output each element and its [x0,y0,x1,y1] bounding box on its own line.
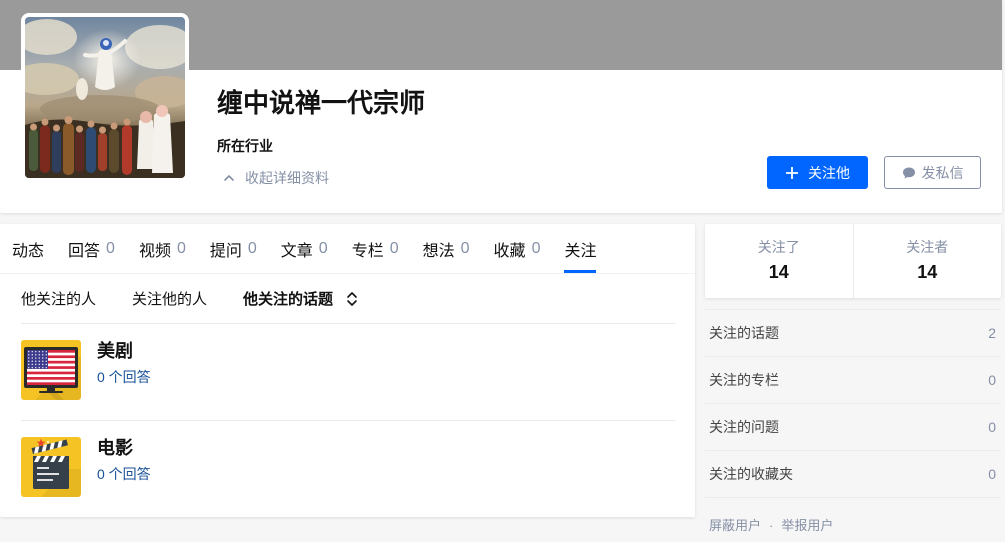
tab-count: 0 [460,239,470,257]
profile-tab-bar: 动态 回答 0 视频 0 提问 0 文章 0 专栏 0 想法 0 收藏 0 关注 [0,224,695,274]
tab-answers[interactable]: 回答 0 [68,224,115,273]
following-subnav: 他关注的人 关注他的人 他关注的话题 [21,274,676,324]
tab-videos[interactable]: 视频 0 [139,224,186,273]
sidebar-link-followed-questions[interactable]: 关注的问题 0 [705,404,1001,451]
subnav-followers[interactable]: 关注他的人 [132,288,207,309]
topic-answer-count[interactable]: 0 个回答 [97,367,151,387]
topic-name[interactable]: 电影 [97,437,151,459]
tab-activity[interactable]: 动态 [12,224,44,273]
chevron-up-icon [222,171,236,185]
send-message-button[interactable]: 发私信 [884,156,981,189]
industry-label: 所在行业 [217,138,273,154]
profile-main-card: 动态 回答 0 视频 0 提问 0 文章 0 专栏 0 想法 0 收藏 0 关注… [0,224,695,517]
topic-text: 电影 0 个回答 [97,437,151,484]
sidebar-link-followed-columns[interactable]: 关注的专栏 0 [705,357,1001,404]
sidebar-link-label: 关注的收藏夹 [709,466,793,482]
tab-label: 回答 [68,242,101,260]
chat-bubble-icon [902,166,916,180]
list-item: 电影 0 个回答 [21,421,676,518]
tab-label: 视频 [138,242,171,260]
sidebar-link-count: 0 [988,372,996,388]
sidebar-link-count: 0 [988,466,996,482]
sidebar-link-followed-favorites[interactable]: 关注的收藏夹 0 [705,451,1001,498]
plus-icon [785,166,799,180]
followed-topics-list: 美剧 0 个回答 电影 0 个回答 [21,324,676,518]
sort-icon[interactable] [346,291,358,307]
stat-value: 14 [917,262,938,282]
tab-collections[interactable]: 收藏 0 [494,224,541,273]
topic-name[interactable]: 美剧 [97,340,151,362]
tab-count: 0 [106,239,115,257]
subnav-following-people[interactable]: 他关注的人 [21,288,96,309]
tab-articles[interactable]: 文章 0 [281,224,328,273]
sidebar-link-count: 0 [988,419,996,435]
footer-separator: · [769,518,774,533]
tab-count: 0 [176,239,186,257]
sidebar-link-followed-topics[interactable]: 关注的话题 2 [705,310,1001,357]
profile-name: 缠中说禅一代宗师 [217,88,426,118]
follow-button-label: 关注他 [808,164,850,181]
clapperboard-icon[interactable] [21,437,81,497]
tab-label: 动态 [12,242,45,260]
follow-button[interactable]: 关注他 [767,156,868,189]
stat-label: 关注者 [906,239,949,255]
send-message-label: 发私信 [921,164,964,181]
sidebar-link-label: 关注的问题 [709,419,779,435]
tab-count: 0 [531,239,541,257]
avatar[interactable] [21,13,189,182]
tab-label: 文章 [280,242,313,260]
profile-header-card: 缠中说禅一代宗师 所在行业 收起详细资料 关注他 发私信 [0,0,1002,213]
tab-questions[interactable]: 提问 0 [210,224,257,273]
sidebar-following-links: 关注的话题 2 关注的专栏 0 关注的问题 0 关注的收藏夹 0 [705,309,1001,498]
tab-label: 关注 [564,242,597,260]
list-item: 美剧 0 个回答 [21,324,676,421]
tab-count: 0 [247,239,257,257]
collapse-details-toggle[interactable]: 收起详细资料 [222,169,329,187]
block-user-link[interactable]: 屏蔽用户 [709,518,761,533]
tab-label: 专栏 [351,242,384,260]
sidebar-link-label: 关注的话题 [709,325,779,341]
tab-count: 0 [389,239,399,257]
stat-label: 关注了 [757,239,800,255]
us-flag-tv-icon[interactable] [21,340,81,400]
follow-stats-card: 关注了 14 关注者 14 [705,224,1001,298]
topic-text: 美剧 0 个回答 [97,340,151,387]
tab-count: 0 [318,239,328,257]
tab-label: 想法 [422,242,455,260]
tab-label: 提问 [209,242,242,260]
topic-answer-count[interactable]: 0 个回答 [97,464,151,484]
subnav-followed-topics[interactable]: 他关注的话题 [243,288,333,309]
tab-following[interactable]: 关注 [564,224,597,273]
report-user-link[interactable]: 举报用户 [781,518,833,533]
sidebar-link-count: 2 [988,325,996,341]
sidebar-footer: 屏蔽用户 · 举报用户 [709,517,833,535]
stat-value: 14 [768,262,789,282]
stat-following[interactable]: 关注了 14 [705,224,853,298]
tab-thoughts[interactable]: 想法 0 [423,224,470,273]
tab-columns[interactable]: 专栏 0 [352,224,399,273]
sidebar-link-label: 关注的专栏 [709,372,779,388]
collapse-details-label: 收起详细资料 [245,170,329,186]
active-tab-indicator [564,270,597,273]
tab-label: 收藏 [493,242,526,260]
stat-followers[interactable]: 关注者 14 [852,224,1002,298]
